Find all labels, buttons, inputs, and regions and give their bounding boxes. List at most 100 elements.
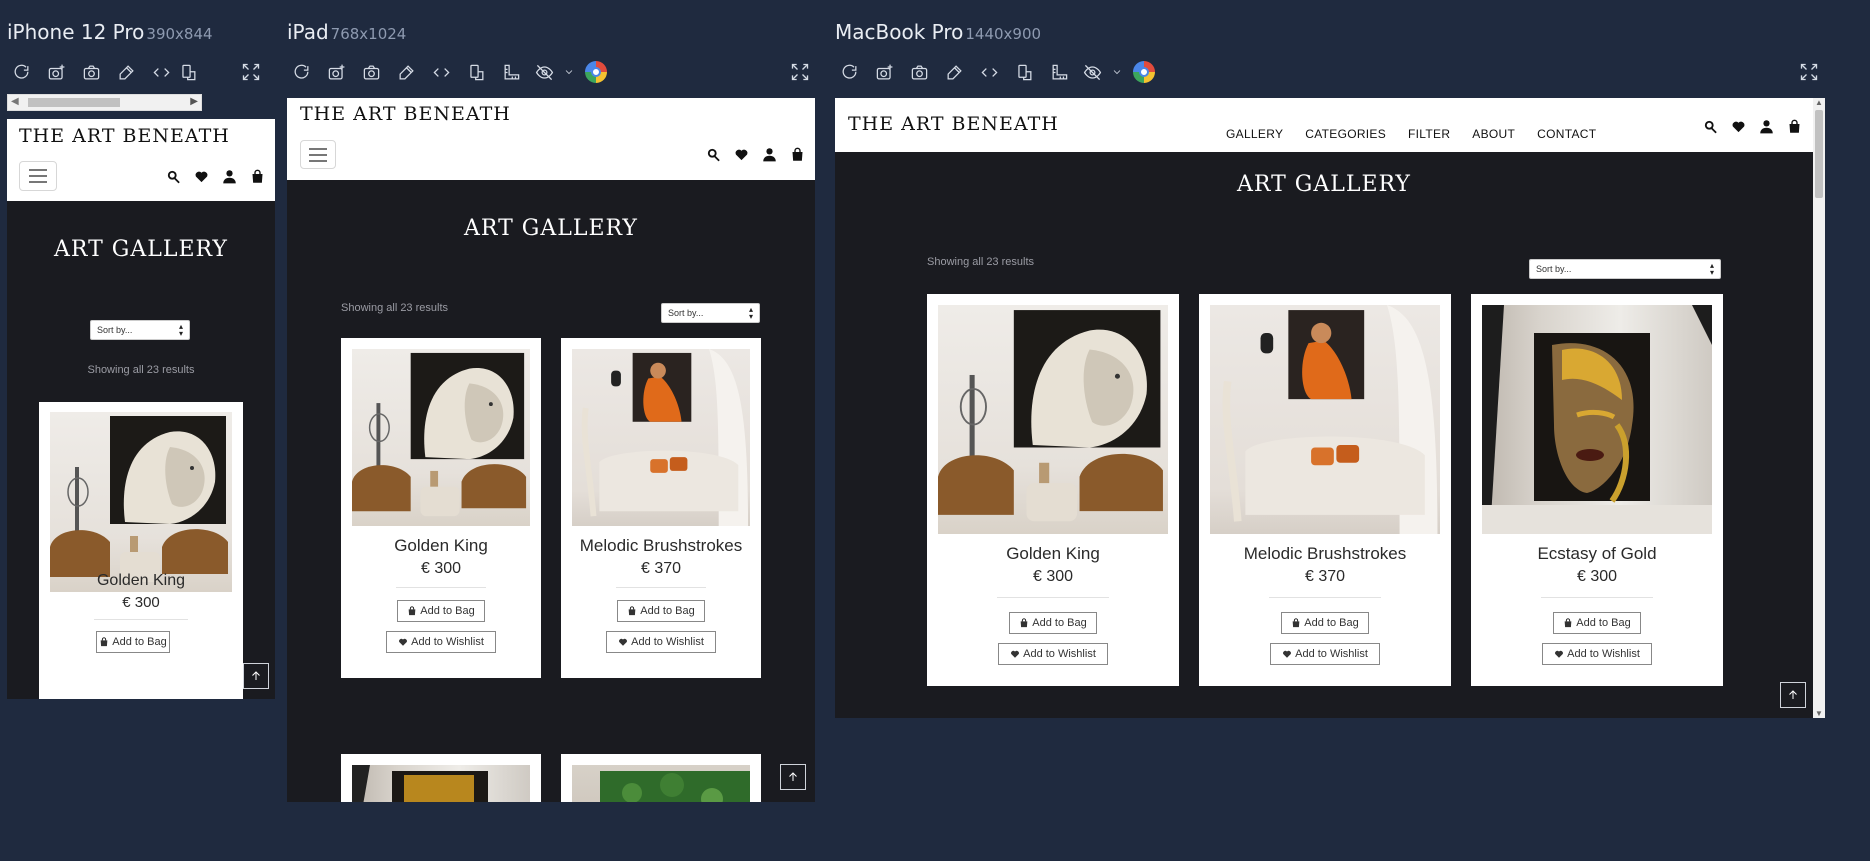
expand-icon[interactable] — [1799, 62, 1821, 84]
site-logo[interactable]: THE ART BENEATH — [848, 113, 1059, 135]
product-name[interactable]: Golden King — [341, 536, 541, 556]
code-icon[interactable] — [972, 58, 1007, 86]
product-image[interactable] — [1210, 305, 1440, 534]
rotate-device-icon[interactable] — [179, 58, 199, 86]
product-card[interactable] — [341, 754, 541, 802]
back-to-top-button[interactable] — [243, 663, 269, 689]
rotate-device-icon[interactable] — [1007, 58, 1042, 86]
nav-item-contact[interactable]: CONTACT — [1537, 127, 1596, 141]
ruler-icon[interactable] — [494, 58, 529, 86]
nav-item-filter[interactable]: FILTER — [1408, 127, 1450, 141]
nav-item-gallery[interactable]: GALLERY — [1226, 127, 1283, 141]
user-icon[interactable] — [762, 147, 777, 162]
scroll-left-icon[interactable]: ◀ — [11, 96, 19, 107]
chevron-down-icon[interactable] — [1107, 58, 1127, 86]
back-to-top-button[interactable] — [780, 764, 806, 790]
eyedropper-icon[interactable] — [109, 58, 144, 86]
sort-select[interactable]: Sort by... ▴ ▾ — [661, 303, 760, 323]
add-to-wishlist-button[interactable]: Add to Wishlist — [606, 631, 716, 653]
product-card[interactable]: Golden King € 300 Add to Bag — [39, 402, 243, 699]
camera-plus-icon[interactable] — [867, 58, 902, 86]
ruler-icon[interactable] — [1042, 58, 1077, 86]
add-to-bag-button[interactable]: Add to Bag — [617, 600, 705, 622]
product-card[interactable]: Melodic Brushstrokes € 370 Add to Bag Ad… — [561, 338, 761, 678]
add-to-wishlist-button[interactable]: Add to Wishlist — [386, 631, 496, 653]
refresh-icon[interactable] — [832, 58, 867, 86]
add-to-wishlist-button[interactable]: Add to Wishlist — [1270, 643, 1380, 665]
search-icon[interactable] — [1703, 119, 1718, 134]
add-to-bag-button[interactable]: Add to Bag — [397, 600, 485, 622]
product-name[interactable]: Ecstasy of Gold — [1471, 544, 1723, 564]
product-image[interactable] — [572, 765, 750, 802]
product-image[interactable] — [352, 765, 530, 802]
eye-off-icon[interactable] — [1077, 58, 1107, 86]
user-icon[interactable] — [222, 169, 237, 184]
product-name[interactable]: Golden King — [39, 572, 243, 590]
chevron-down-icon[interactable] — [559, 58, 579, 86]
heart-icon[interactable] — [194, 169, 209, 184]
user-icon[interactable] — [1759, 119, 1774, 134]
site-logo[interactable]: THE ART BENEATH — [300, 103, 511, 125]
search-icon[interactable] — [166, 169, 181, 184]
scroll-down-icon[interactable]: ▼ — [1815, 709, 1823, 718]
camera-icon[interactable] — [902, 58, 937, 86]
header-icons — [1703, 119, 1802, 134]
refresh-icon[interactable] — [284, 58, 319, 86]
product-name[interactable]: Golden King — [927, 544, 1179, 564]
chrome-icon[interactable] — [1133, 61, 1155, 83]
product-image[interactable] — [1482, 305, 1712, 534]
add-to-bag-button[interactable]: Add to Bag — [1281, 612, 1369, 634]
site-logo[interactable]: THE ART BENEATH — [19, 125, 230, 147]
heart-icon[interactable] — [1731, 119, 1746, 134]
add-to-wishlist-button[interactable]: Add to Wishlist — [998, 643, 1108, 665]
sort-select[interactable]: Sort by... ▴ ▾ — [1529, 259, 1721, 279]
product-card[interactable]: Golden King € 300 Add to Bag Add to Wish… — [341, 338, 541, 678]
bag-icon[interactable] — [790, 147, 805, 162]
product-card[interactable]: Ecstasy of Gold € 300 Add to Bag Add to … — [1471, 294, 1723, 686]
button-label: Add to Wishlist — [411, 636, 484, 648]
product-image[interactable] — [572, 349, 750, 526]
expand-icon[interactable] — [790, 62, 812, 84]
camera-plus-icon[interactable] — [39, 58, 74, 86]
product-image[interactable] — [352, 349, 530, 526]
vertical-scrollbar[interactable]: ▲ ▼ — [1813, 98, 1825, 718]
eyedropper-icon[interactable] — [389, 58, 424, 86]
eye-off-icon[interactable] — [529, 58, 559, 86]
add-to-wishlist-button[interactable]: Add to Wishlist — [1542, 643, 1652, 665]
menu-toggle-button[interactable] — [300, 140, 336, 169]
device-label-macbook: MacBook Pro 1440x900 — [835, 20, 1041, 44]
camera-plus-icon[interactable] — [319, 58, 354, 86]
menu-toggle-button[interactable] — [19, 161, 57, 191]
search-icon[interactable] — [706, 147, 721, 162]
horizontal-scrollbar[interactable]: ◀ ▶ — [7, 94, 202, 111]
camera-icon[interactable] — [354, 58, 389, 86]
rotate-device-icon[interactable] — [459, 58, 494, 86]
scroll-up-icon[interactable]: ▲ — [1815, 98, 1823, 107]
sort-placeholder: Sort by... — [97, 325, 133, 335]
sort-select[interactable]: Sort by... ▴ ▾ — [90, 320, 190, 340]
eyedropper-icon[interactable] — [937, 58, 972, 86]
chrome-icon[interactable] — [585, 61, 607, 83]
camera-icon[interactable] — [74, 58, 109, 86]
code-icon[interactable] — [144, 58, 179, 86]
add-to-bag-button[interactable]: Add to Bag — [1553, 612, 1641, 634]
product-name[interactable]: Melodic Brushstrokes — [1199, 544, 1451, 564]
heart-icon[interactable] — [734, 147, 749, 162]
refresh-icon[interactable] — [4, 58, 39, 86]
scroll-right-icon[interactable]: ▶ — [190, 96, 198, 107]
add-to-bag-button[interactable]: Add to Bag — [1009, 612, 1097, 634]
back-to-top-button[interactable] — [1780, 682, 1806, 708]
product-card[interactable]: Golden King € 300 Add to Bag Add to Wish… — [927, 294, 1179, 686]
bag-icon[interactable] — [1787, 119, 1802, 134]
product-image[interactable] — [50, 412, 232, 592]
add-to-bag-button[interactable]: Add to Bag — [96, 631, 170, 653]
nav-item-categories[interactable]: CATEGORIES — [1305, 127, 1386, 141]
product-name[interactable]: Melodic Brushstrokes — [561, 536, 761, 556]
product-card[interactable]: Melodic Brushstrokes € 370 Add to Bag Ad… — [1199, 294, 1451, 686]
product-image[interactable] — [938, 305, 1168, 534]
expand-icon[interactable] — [241, 62, 263, 84]
bag-icon[interactable] — [250, 169, 265, 184]
code-icon[interactable] — [424, 58, 459, 86]
product-card[interactable] — [561, 754, 761, 802]
nav-item-about[interactable]: ABOUT — [1472, 127, 1515, 141]
